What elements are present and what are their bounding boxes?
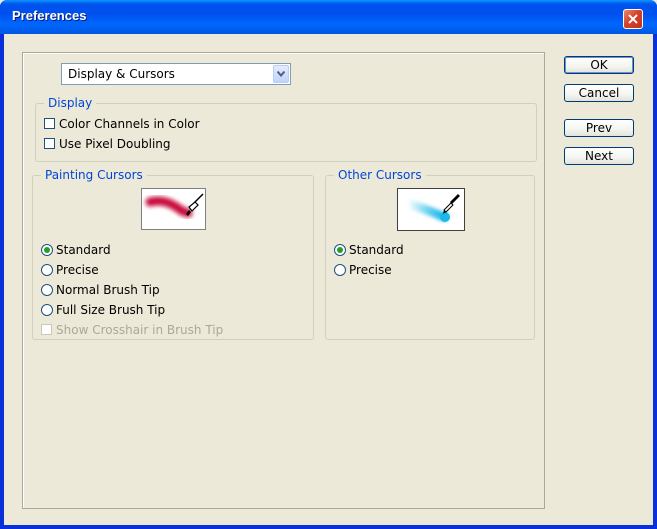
other-precise-radio[interactable] bbox=[334, 264, 346, 276]
window-title: Preferences bbox=[12, 8, 87, 23]
prev-button[interactable]: Prev bbox=[564, 119, 634, 137]
painting-cursors-label: Painting Cursors bbox=[41, 167, 147, 183]
color-channels-label: Color Channels in Color bbox=[59, 117, 200, 131]
close-button[interactable] bbox=[623, 9, 643, 29]
title-bar[interactable]: Preferences bbox=[0, 0, 657, 34]
selected-dot bbox=[44, 247, 50, 253]
painting-cursor-preview bbox=[141, 188, 206, 230]
painting-precise-radio[interactable] bbox=[41, 264, 53, 276]
full-size-brush-tip-radio[interactable] bbox=[41, 304, 53, 316]
crosshair-label: Show Crosshair in Brush Tip bbox=[56, 323, 224, 337]
brush-stroke-icon bbox=[145, 193, 204, 218]
other-cursors-label: Other Cursors bbox=[334, 167, 426, 183]
other-standard-radio[interactable] bbox=[334, 244, 346, 256]
normal-brush-tip-label: Normal Brush Tip bbox=[56, 283, 160, 297]
ok-button[interactable]: OK bbox=[564, 56, 634, 74]
preferences-panel: Display & Cursors Display Color Channels… bbox=[22, 52, 545, 509]
normal-brush-tip-radio[interactable] bbox=[41, 284, 53, 296]
color-channels-checkbox[interactable] bbox=[44, 118, 55, 129]
other-precise-label: Precise bbox=[349, 263, 392, 277]
cancel-button[interactable]: Cancel bbox=[564, 84, 634, 102]
selected-dot bbox=[337, 247, 343, 253]
painting-cursors-group: Painting Cursors Standard Precise Normal… bbox=[32, 167, 314, 340]
display-group-label: Display bbox=[44, 95, 97, 111]
other-cursors-group: Other Cursors Standard Precise bbox=[325, 167, 535, 340]
chevron-down-icon bbox=[277, 71, 285, 77]
other-cursor-preview bbox=[397, 188, 465, 231]
dropdown-button[interactable] bbox=[273, 65, 289, 83]
other-standard-label: Standard bbox=[349, 243, 404, 257]
pixel-doubling-label: Use Pixel Doubling bbox=[59, 137, 171, 151]
preferences-window: Preferences Display & Cursors Display Co… bbox=[0, 0, 657, 529]
close-icon bbox=[628, 14, 638, 24]
section-dropdown-value: Display & Cursors bbox=[68, 67, 175, 81]
display-group: Display Color Channels in Color Use Pixe… bbox=[35, 95, 537, 162]
section-dropdown[interactable]: Display & Cursors bbox=[61, 63, 291, 85]
painting-standard-label: Standard bbox=[56, 243, 111, 257]
dialog-body: Display & Cursors Display Color Channels… bbox=[4, 34, 653, 525]
full-size-brush-tip-label: Full Size Brush Tip bbox=[56, 303, 166, 317]
painting-standard-radio[interactable] bbox=[41, 244, 53, 256]
pixel-doubling-checkbox[interactable] bbox=[44, 138, 55, 149]
eyedropper-stroke-icon bbox=[403, 194, 460, 222]
crosshair-checkbox bbox=[41, 324, 52, 335]
next-button[interactable]: Next bbox=[564, 147, 634, 165]
painting-precise-label: Precise bbox=[56, 263, 99, 277]
